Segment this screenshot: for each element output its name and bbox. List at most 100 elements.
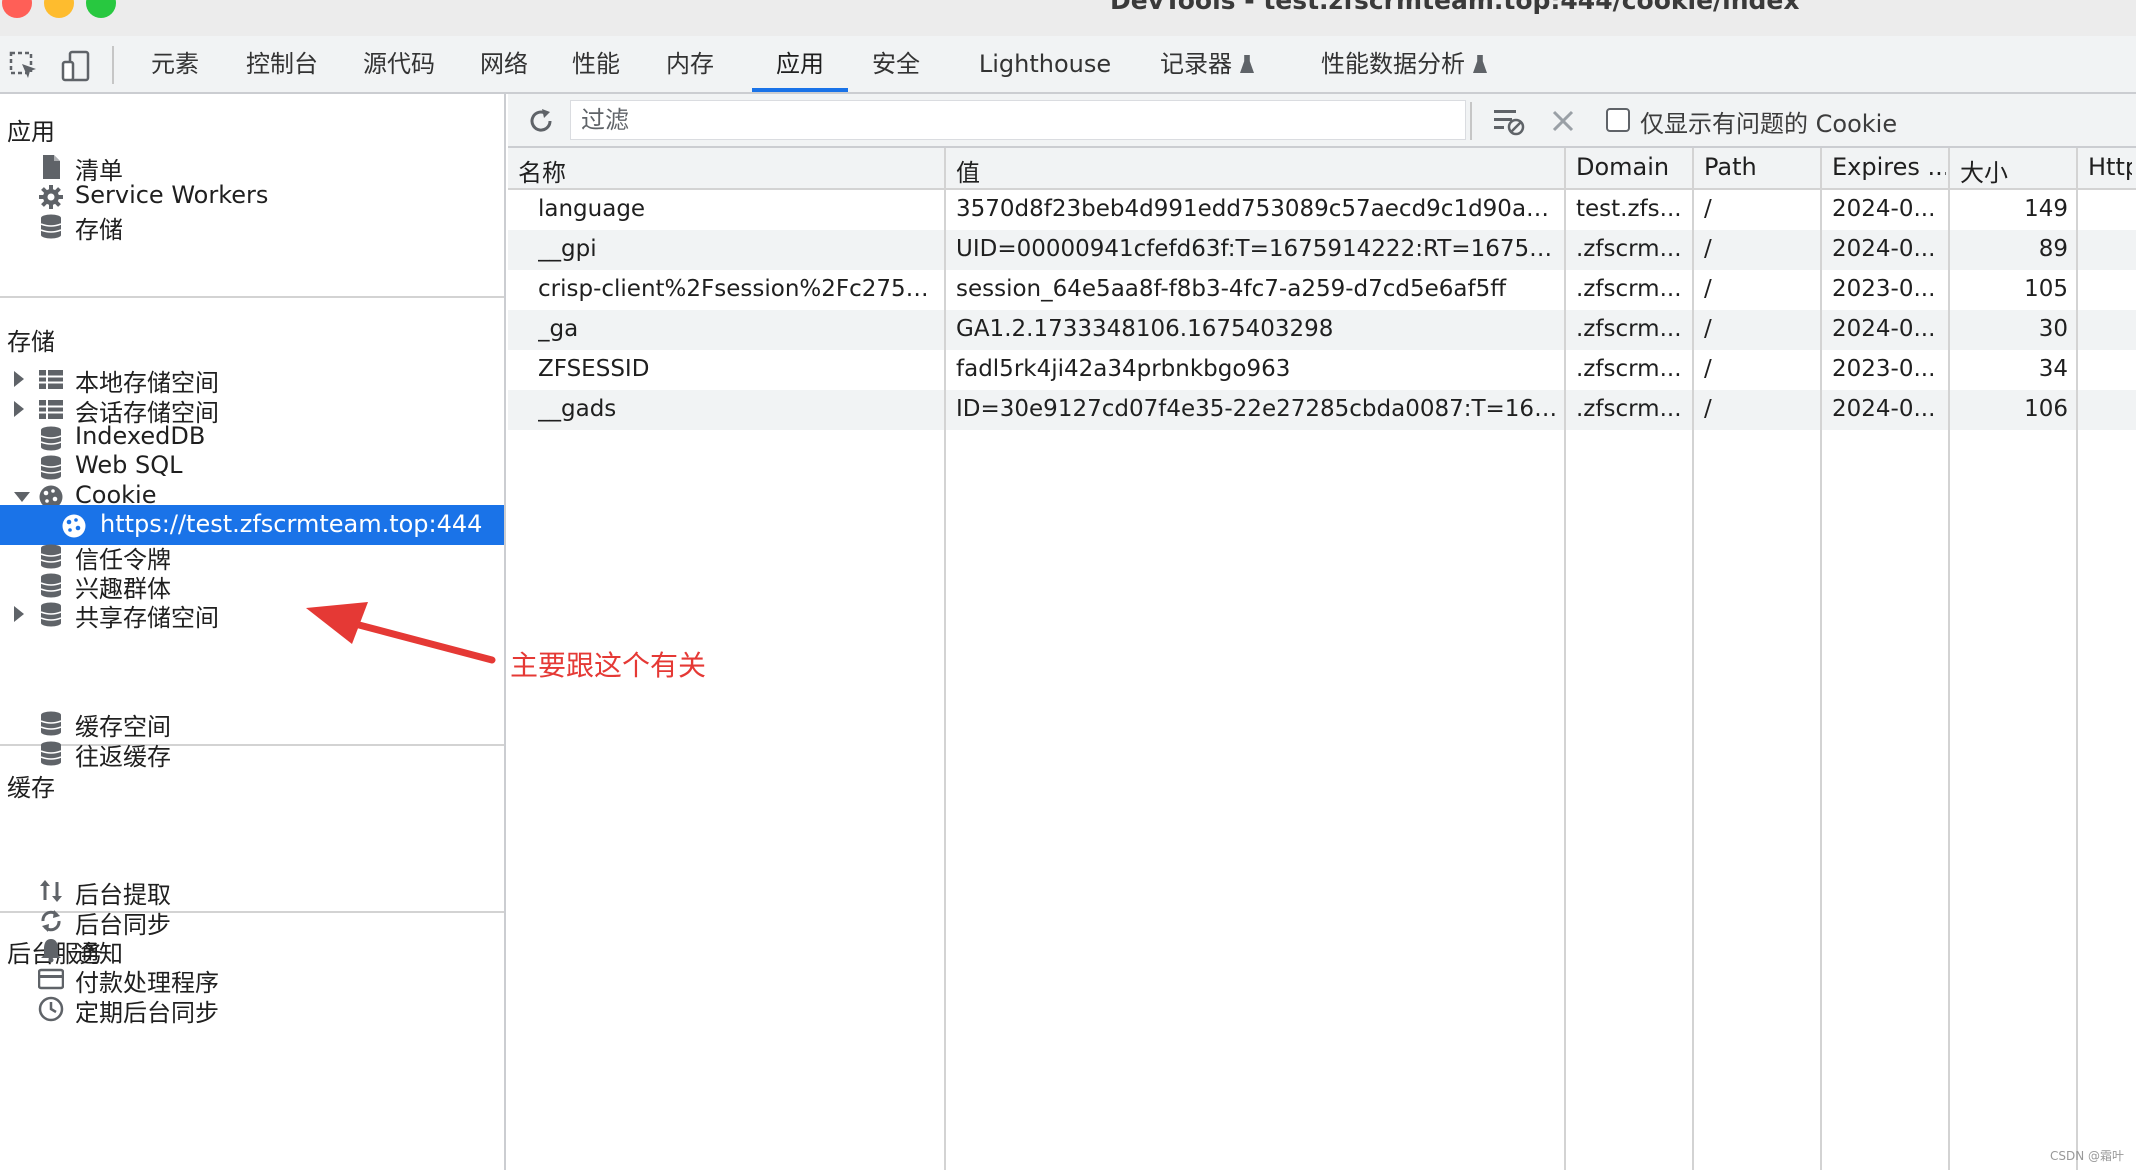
table-cell: crisp-client%2Fsession%2Fc275b...: [538, 276, 938, 302]
tab-7[interactable]: 安全: [848, 36, 944, 92]
toolbar-divider: [1470, 102, 1472, 140]
column-resizer[interactable]: [2076, 148, 2078, 1170]
inspect-element-icon[interactable]: [8, 50, 40, 82]
table-cell: 34: [2038, 356, 2068, 382]
experimental-flask-icon: [1240, 55, 1254, 73]
table-row[interactable]: __gpi UID=00000941cfefd63f:T=1675914222:R…: [508, 230, 2136, 270]
collapsed-arrow-icon[interactable]: [14, 371, 24, 387]
column-resizer[interactable]: [1820, 148, 1822, 1170]
table-cell: 3570d8f23beb4d991edd753089c57aecd9c1d90a…: [956, 196, 1558, 222]
column-resizer[interactable]: [1948, 148, 1950, 1170]
experimental-flask-icon: [1473, 55, 1487, 73]
only-issues-checkbox[interactable]: [1606, 108, 1630, 132]
devtools-tab-bar: 元素 控制台 源代码 网络 性能 内存 应用 安全 Lighthouse 记录器 性能数据分析: [0, 36, 2136, 94]
delete-selected-icon[interactable]: [1550, 108, 1576, 134]
close-window-button[interactable]: [2, 0, 32, 18]
table-cell: ZFSESSID: [538, 356, 650, 382]
annotation-arrow-icon: [306, 602, 496, 664]
tab-label: 内存: [666, 50, 714, 78]
tab-9[interactable]: 记录器: [1140, 36, 1274, 92]
tab-6[interactable]: 应用: [752, 36, 848, 92]
table-cell: 2024-0...: [1832, 236, 1936, 262]
database-icon: [38, 740, 64, 766]
tab-1[interactable]: 控制台: [232, 36, 332, 92]
table-cell: 149: [2024, 196, 2068, 222]
collapsed-arrow-icon[interactable]: [14, 606, 24, 622]
cookie-table: 名称值 Domain Path Expires ... 大小 Http language 3…: [508, 148, 2136, 1170]
table-cell: 2024-0...: [1832, 396, 1936, 422]
tab-label: 性能: [572, 50, 620, 78]
table-cell: GA1.2.1733348106.1675403298: [956, 316, 1334, 342]
table-header: 名称值 Domain Path Expires ... 大小 Http: [508, 148, 2136, 190]
table-cell: fadl5rk4ji42a34prbnkbgo963: [956, 356, 1291, 382]
sidebar-item-0-2[interactable]: 存储: [0, 205, 504, 245]
table-cell: _ga: [538, 316, 579, 342]
device-toolbar-icon[interactable]: [60, 50, 92, 82]
clear-filtered-cookies-icon[interactable]: [1492, 106, 1526, 136]
sidebar-item-label: Web SQL: [75, 451, 183, 479]
table-cell: 89: [2038, 236, 2068, 262]
only-issues-label[interactable]: 仅显示有问题的 Cookie: [1640, 104, 1897, 139]
table-row[interactable]: ZFSESSID fadl5rk4ji42a34prbnkbgo963 .zfscr…: [508, 350, 2136, 390]
column-resizer[interactable]: [1564, 148, 1566, 1170]
database-icon: [38, 601, 64, 627]
toolbar-divider: [112, 46, 114, 84]
collapsed-arrow-icon[interactable]: [14, 401, 24, 417]
expanded-arrow-icon[interactable]: [14, 492, 30, 502]
table-cell: /: [1704, 396, 1712, 422]
tab-label: 安全: [872, 50, 920, 78]
table-cell: /: [1704, 356, 1712, 382]
tab-3[interactable]: 网络: [468, 36, 540, 92]
window-titlebar: DevTools - test.zfscrmteam.top:444/cooki…: [0, 0, 2136, 36]
table-cell: UID=00000941cfefd63f:T=1675914222:RT=167…: [956, 236, 1558, 262]
minimize-window-button[interactable]: [44, 0, 74, 18]
table-cell: .zfscrm...: [1576, 236, 1682, 262]
tab-10[interactable]: 性能数据分析: [1300, 36, 1508, 92]
clock-icon: [38, 996, 64, 1022]
table-cell: 2023-0...: [1832, 356, 1936, 382]
tab-label: 控制台: [246, 50, 318, 78]
sidebar-item-label: 定期后台同步: [75, 999, 219, 1027]
tab-0[interactable]: 元素: [134, 36, 216, 92]
tab-label: 记录器: [1160, 50, 1232, 78]
table-cell: .zfscrm...: [1576, 316, 1682, 342]
table-cell: ID=30e9127cd07f4e35-22e27285cbda0087:T=1…: [956, 396, 1558, 422]
table-cell: /: [1704, 236, 1712, 262]
sidebar-item-label: 往返缓存: [75, 743, 171, 771]
column-header[interactable]: 值: [956, 153, 1562, 188]
table-cell: 2024-0...: [1832, 316, 1936, 342]
tab-4[interactable]: 性能: [560, 36, 632, 92]
tab-2[interactable]: 源代码: [348, 36, 450, 92]
section-divider: [0, 296, 504, 298]
filter-input[interactable]: [570, 100, 1466, 140]
tab-8[interactable]: Lighthouse: [968, 36, 1122, 92]
sidebar-item-3-4[interactable]: 定期后台同步: [0, 988, 504, 1028]
sidebar-item-2-1[interactable]: 往返缓存: [0, 732, 504, 772]
annotation-note: 主要跟这个有关: [510, 649, 707, 682]
table-cell: .zfscrm...: [1576, 356, 1682, 382]
tab-5[interactable]: 内存: [654, 36, 726, 92]
tab-label: 性能数据分析: [1321, 50, 1465, 78]
maximize-window-button[interactable]: [86, 0, 116, 18]
refresh-icon[interactable]: [526, 106, 556, 136]
column-header[interactable]: Expires ...: [1832, 153, 1946, 181]
sidebar-section-heading: 缓存: [7, 774, 55, 802]
table-row[interactable]: language 3570d8f23beb4d991edd753089c57aec…: [508, 190, 2136, 230]
table-row[interactable]: crisp-client%2Fsession%2Fc275b... session…: [508, 270, 2136, 310]
table-row[interactable]: __gads ID=30e9127cd07f4e35-22e27285cbda00…: [508, 390, 2136, 430]
column-header[interactable]: Domain: [1576, 153, 1690, 181]
column-resizer[interactable]: [944, 148, 946, 1170]
column-header[interactable]: 大小: [1960, 153, 2074, 188]
table-cell: .zfscrm...: [1576, 276, 1682, 302]
column-resizer[interactable]: [1692, 148, 1694, 1170]
table-cell: test.zfs...: [1576, 196, 1682, 222]
table-cell: 106: [2024, 396, 2068, 422]
table-row[interactable]: _ga GA1.2.1733348106.1675403298 .zfscrm...…: [508, 310, 2136, 350]
column-header[interactable]: Http: [2088, 153, 2132, 181]
watermark: CSDN @霜叶: [2049, 1149, 2124, 1163]
sidebar-item-label: 存储: [75, 216, 123, 244]
table-cell: .zfscrm...: [1576, 396, 1682, 422]
column-header[interactable]: Path: [1704, 153, 1818, 181]
tab-label: Lighthouse: [978, 50, 1112, 78]
column-header[interactable]: 名称: [518, 153, 942, 188]
